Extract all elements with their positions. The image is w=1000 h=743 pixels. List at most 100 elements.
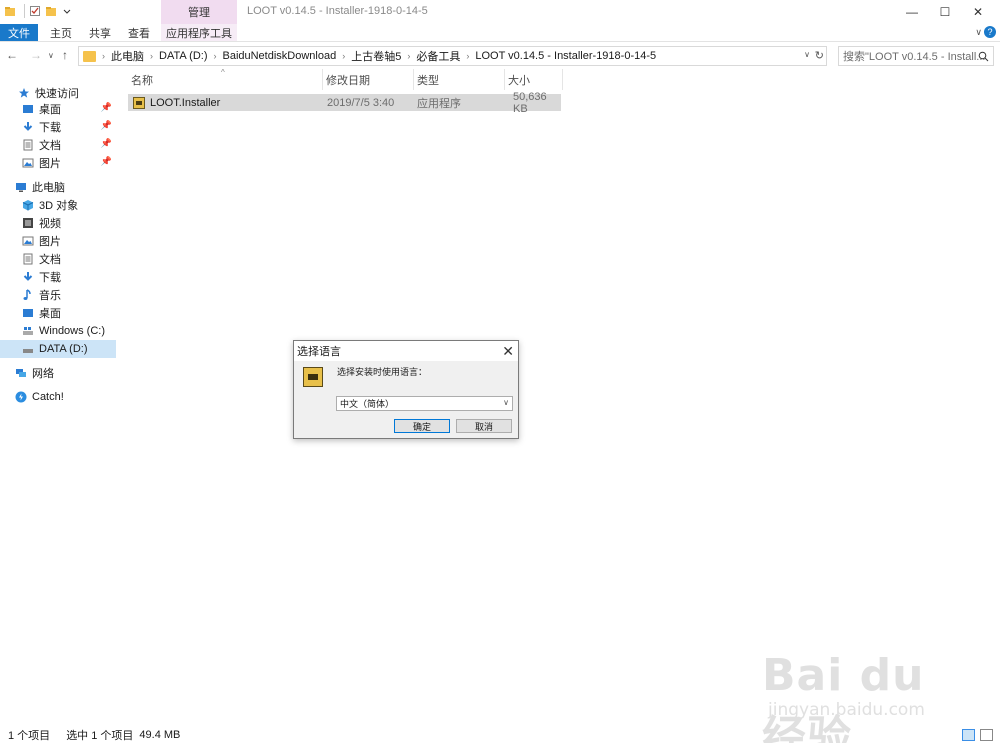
tab-app-tools[interactable]: 应用程序工具 (161, 24, 237, 41)
help-icon[interactable]: ? (984, 26, 996, 38)
ok-button[interactable]: 确定 (394, 419, 450, 433)
quick-access-toolbar (4, 4, 73, 18)
chevron-right-icon[interactable]: › (213, 51, 216, 61)
chevron-right-icon[interactable]: › (407, 51, 410, 61)
chevron-right-icon[interactable]: › (102, 51, 105, 61)
breadcrumb-tools[interactable]: 必备工具 (416, 48, 460, 64)
desktop-icon (23, 105, 33, 113)
nav-quick-pictures[interactable]: 图片 📌 (0, 154, 116, 172)
nav-desktop[interactable]: 桌面 (0, 304, 116, 322)
address-bar[interactable]: › 此电脑 › DATA (D:) › BaiduNetdiskDownload… (78, 46, 827, 66)
tab-home[interactable]: 主页 (45, 24, 77, 41)
chevron-down-icon[interactable] (61, 5, 73, 17)
details-view-icon[interactable] (962, 729, 975, 741)
desktop-icon (23, 309, 33, 317)
search-icon[interactable] (978, 51, 989, 62)
chevron-right-icon[interactable]: › (150, 51, 153, 61)
back-arrow-icon[interactable]: ← (6, 48, 18, 62)
pin-icon[interactable]: 📌 (101, 156, 112, 167)
computer-icon (16, 183, 26, 192)
language-dialog: 选择语言 ✕ 选择安装时使用语言： 中文（简体） ∨ 确定 取消 (293, 340, 519, 439)
breadcrumb-baidu-download[interactable]: BaiduNetdiskDownload (222, 50, 336, 62)
nav-label: 下载 (39, 272, 61, 284)
refresh-icon[interactable]: ↻ (815, 49, 824, 62)
column-header-modified[interactable]: 修改日期 (323, 69, 414, 90)
chevron-right-icon[interactable]: › (342, 51, 345, 61)
breadcrumb-loot-folder[interactable]: LOOT v0.14.5 - Installer-1918-0-14-5 (475, 50, 656, 62)
picture-icon (22, 236, 34, 246)
status-bar: 1 个项目 选中 1 个项目 49.4 MB (0, 726, 1000, 743)
nav-quick-documents[interactable]: 文档 📌 (0, 136, 116, 154)
installer-icon (133, 96, 145, 109)
chevron-down-icon[interactable]: ∨ (804, 50, 810, 59)
music-icon (23, 289, 31, 300)
maximize-button[interactable]: ☐ (935, 2, 955, 22)
installer-icon (303, 367, 323, 387)
table-row[interactable]: LOOT.Installer 2019/7/5 3:40 应用程序 50,636… (128, 91, 561, 115)
file-type: 应用程序 (417, 97, 461, 110)
sort-ascending-icon: ^ (221, 68, 225, 77)
column-header-size[interactable]: 大小 (505, 69, 563, 90)
nav-label: Windows (C:) (39, 325, 106, 337)
forward-arrow-icon[interactable]: → (30, 48, 42, 62)
breadcrumb-this-pc[interactable]: 此电脑 (111, 48, 144, 64)
nav-music[interactable]: 音乐 (0, 286, 116, 304)
nav-network[interactable]: 网络 (0, 364, 116, 382)
nav-label: 此电脑 (32, 182, 65, 194)
cancel-button[interactable]: 取消 (456, 419, 512, 433)
picture-icon (22, 158, 34, 168)
properties-icon[interactable] (29, 5, 41, 17)
folder-icon[interactable] (4, 5, 16, 17)
nav-pictures[interactable]: 图片 (0, 232, 116, 250)
nav-label: DATA (D:) (39, 343, 88, 355)
selection-count: 选中 1 个项目 (66, 729, 134, 742)
close-icon[interactable]: ✕ (502, 343, 514, 360)
nav-documents[interactable]: 文档 (0, 250, 116, 268)
nav-drive-c[interactable]: Windows (C:) (0, 322, 116, 340)
minimize-button[interactable]: — (902, 2, 922, 22)
up-arrow-icon[interactable]: ↑ (62, 48, 68, 62)
nav-label: 桌面 (39, 308, 61, 320)
search-input[interactable]: 搜索"LOOT v0.14.5 - Install... (838, 46, 994, 66)
new-folder-icon[interactable] (45, 5, 57, 17)
breadcrumb-data-drive[interactable]: DATA (D:) (159, 50, 207, 62)
nav-3d-objects[interactable]: 3D 对象 (0, 196, 116, 214)
nav-label: 3D 对象 (39, 200, 79, 212)
nav-drive-d[interactable]: DATA (D:) (0, 340, 116, 358)
nav-label: 快速访问 (35, 88, 79, 100)
tab-share[interactable]: 共享 (84, 24, 116, 41)
baidu-watermark: Bai du 经验 jingyan.baidu.com (762, 630, 962, 743)
pin-icon[interactable]: 📌 (101, 120, 112, 131)
nav-catch[interactable]: Catch! (0, 388, 116, 406)
breadcrumb-skyrim[interactable]: 上古卷轴5 (351, 48, 401, 64)
recent-dropdown-icon[interactable]: ∨ (48, 51, 54, 60)
nav-this-pc[interactable]: 此电脑 (0, 178, 116, 196)
pin-icon[interactable]: 📌 (101, 102, 112, 113)
chevron-down-icon[interactable]: ∨ (503, 398, 509, 407)
catch-icon (15, 391, 27, 403)
close-button[interactable]: ✕ (968, 2, 988, 22)
nav-videos[interactable]: 视频 (0, 214, 116, 232)
pin-icon[interactable]: 📌 (101, 138, 112, 149)
nav-quick-downloads[interactable]: 下载 📌 (0, 118, 116, 136)
item-count: 1 个项目 (8, 729, 51, 742)
column-header-type[interactable]: 类型 (414, 69, 505, 90)
tab-view[interactable]: 查看 (123, 24, 155, 41)
language-select[interactable]: 中文（简体） ∨ (336, 396, 513, 411)
nav-label: 文档 (39, 254, 61, 266)
tab-file[interactable]: 文件 (0, 24, 38, 41)
ribbon-expand-icon[interactable]: ∨ (975, 27, 982, 38)
dialog-title: 选择语言 (297, 346, 341, 358)
nav-quick-desktop[interactable]: 桌面 📌 (0, 100, 116, 118)
nav-label: 文档 (39, 140, 61, 152)
nav-label: 桌面 (39, 104, 61, 116)
file-name-cell[interactable]: LOOT.Installer (133, 94, 220, 111)
chevron-right-icon[interactable]: › (466, 51, 469, 61)
column-header-name[interactable]: 名称 (128, 69, 323, 90)
navigation-row: ← → ∨ ↑ › 此电脑 › DATA (D:) › BaiduNetdisk… (0, 43, 1000, 69)
nav-downloads[interactable]: 下载 (0, 268, 116, 286)
cube-icon (22, 200, 34, 211)
watermark-url: jingyan.baidu.com (768, 700, 925, 720)
nav-label: 音乐 (39, 290, 61, 302)
large-icons-view-icon[interactable] (980, 729, 993, 741)
